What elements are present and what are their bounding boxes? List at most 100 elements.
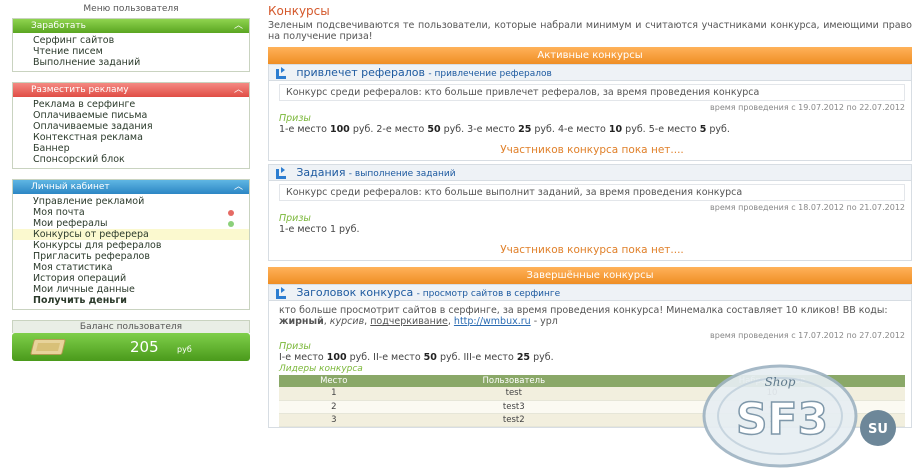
menu-item-ad-management[interactable]: Управление рекламой (13, 196, 249, 207)
prize-unit: руб. (352, 124, 374, 135)
prize-place: I-е место (279, 352, 324, 363)
chevron-up-icon[interactable]: ︿ (234, 83, 243, 97)
arrow-icon (275, 287, 287, 299)
prizes-list: 1-е место 100 руб. 2-е место 50 руб. 3-е… (279, 124, 905, 136)
cabinet-menu: Личный кабинет ︿ Управление рекламой Моя… (12, 179, 250, 310)
menu-item-personal-data[interactable]: Мои личные данные (13, 284, 249, 295)
user-sidebar: Меню пользователя Заработать ︿ Серфинг с… (12, 4, 250, 361)
contest-dates: время проведения с 18.07.2012 по 21.07.2… (710, 203, 905, 212)
menu-item-statistics[interactable]: Моя статистика (13, 262, 249, 273)
table-cell: test2 (388, 413, 640, 427)
prize-amount: 50 (427, 124, 441, 135)
advertise-menu: Разместить рекламу ︿ Реклама в серфинге … (12, 82, 250, 169)
menu-item-reading-mail[interactable]: Чтение писем (13, 46, 249, 57)
cabinet-menu-title: Личный кабинет (31, 182, 110, 192)
desc-bold: жирный (279, 316, 324, 327)
contest-header: Задания - выполнение заданий (269, 165, 911, 181)
menu-item-banner[interactable]: Баннер (13, 143, 249, 154)
arrow-icon (275, 167, 287, 179)
menu-item-withdraw[interactable]: Получить деньги (13, 295, 249, 306)
prizes-list: 1-е место 1 руб. (279, 224, 905, 236)
prize-unit: руб. (439, 352, 461, 363)
table-cell: 1 (279, 387, 389, 401)
desc-underline: подчеркивание (370, 316, 448, 327)
menu-item-paid-tasks[interactable]: Оплачиваемые задания (13, 121, 249, 132)
table-cell: 2 (279, 400, 389, 414)
balance-widget: Баланс пользователя 205 руб (12, 320, 250, 361)
no-participants-message: Участников конкурса пока нет.... (500, 244, 684, 256)
prizes-label: Призы (279, 113, 311, 124)
prizes-label: Призы (279, 213, 311, 224)
intro-text: Зеленым подсвечиваются те пользователи, … (268, 20, 912, 42)
contest-description: кто больше просмотрит сайтов в серфинге,… (279, 303, 905, 329)
prize-place: III-е место (463, 352, 514, 363)
prize-unit: руб. (625, 124, 646, 135)
menu-item-surf-ads[interactable]: Реклама в серфинге (13, 99, 249, 110)
prize-unit: руб. (534, 124, 555, 135)
menu-item-context-ads[interactable]: Контекстная реклама (13, 132, 249, 143)
watermark-shop: Shop (765, 375, 796, 389)
prize-place: 3-е место (467, 124, 516, 135)
finished-contests-header: Завершённые конкурсы (268, 267, 912, 284)
desc-italic: курсив (329, 316, 365, 327)
contest-dates: время проведения с 17.07.2012 по 27.07.2… (710, 331, 905, 340)
menu-item-surfing[interactable]: Серфинг сайтов (13, 35, 249, 46)
menu-item-invite-referrals[interactable]: Пригласить рефералов (13, 251, 249, 262)
contest-header: привлечет рефералов - привлечение рефера… (269, 65, 911, 81)
page-title: Конкурсы (268, 4, 330, 18)
balance-panel: 205 руб (12, 333, 250, 361)
chevron-up-icon[interactable]: ︿ (234, 19, 243, 33)
no-participants-message: Участников конкурса пока нет.... (500, 144, 684, 156)
desc-text: - урл (530, 316, 558, 327)
prize-amount: 25 (518, 124, 532, 135)
arrow-icon (275, 67, 287, 79)
contest-card: Задания - выполнение заданий Конкурс сре… (268, 164, 912, 261)
advertise-menu-title: Разместить рекламу (31, 85, 129, 95)
menu-item-my-referrals[interactable]: Мои рефералы (13, 218, 249, 229)
menu-item-tasks[interactable]: Выполнение заданий (13, 57, 249, 68)
prize-place: 1-е место (279, 124, 327, 135)
menu-item-my-mail[interactable]: Моя почта (13, 207, 249, 218)
desc-link[interactable]: http://wmbux.ru (454, 316, 531, 327)
earn-menu: Заработать ︿ Серфинг сайтов Чтение писем… (12, 18, 250, 72)
menu-item-paid-mail[interactable]: Оплачиваемые письма (13, 110, 249, 121)
watermark-tld: SU (868, 422, 888, 437)
contest-description: Конкурс среди рефералов: кто больше выпо… (279, 184, 905, 201)
table-cell: test (388, 387, 640, 401)
chevron-up-icon[interactable]: ︿ (234, 180, 243, 194)
prize-unit: руб. (339, 224, 360, 235)
contest-type: - привлечение рефералов (428, 69, 552, 79)
contest-card: привлечет рефералов - привлечение рефера… (268, 64, 912, 161)
desc-text: кто больше просмотрит сайтов в серфинге,… (279, 305, 888, 316)
prize-amount: 100 (329, 124, 350, 135)
prize-place: 2-е место (376, 124, 425, 135)
contest-name[interactable]: Задания (296, 166, 345, 179)
table-cell: 3 (279, 413, 389, 427)
menu-item-sponsor-block[interactable]: Спонсорский блок (13, 154, 249, 165)
contest-type: - выполнение заданий (348, 169, 456, 179)
menu-item-contests-from-referrer[interactable]: Конкурсы от реферера (13, 229, 249, 240)
watermark-brand: SF3 (736, 394, 828, 445)
menu-item-label: Моя почта (33, 207, 85, 218)
prize-place: 4-е место (557, 124, 606, 135)
status-dot-icon (228, 210, 234, 216)
menu-item-history[interactable]: История операций (13, 273, 249, 284)
menu-item-contests-for-referrals[interactable]: Конкурсы для рефералов (13, 240, 249, 251)
prize-amount: 50 (423, 352, 437, 363)
cabinet-menu-header[interactable]: Личный кабинет ︿ (13, 180, 249, 194)
earn-menu-title: Заработать (31, 21, 86, 31)
prize-amount: 25 (516, 352, 531, 363)
contest-name[interactable]: привлечет рефералов (296, 66, 425, 79)
prize-unit: руб. (533, 352, 554, 363)
advertise-menu-header[interactable]: Разместить рекламу ︿ (13, 83, 249, 97)
prize-amount: 10 (608, 124, 623, 135)
contest-header: Заголовок конкурса - просмотр сайтов в с… (269, 285, 911, 301)
prize-amount: 100 (326, 352, 347, 363)
earn-menu-header[interactable]: Заработать ︿ (13, 19, 249, 33)
contest-description: Конкурс среди рефералов: кто больше прив… (279, 84, 905, 101)
contest-dates: время проведения с 19.07.2012 по 22.07.2… (710, 103, 905, 112)
column-header: Место (279, 375, 389, 387)
prizes-label: Призы (279, 341, 311, 352)
table-cell: test3 (388, 400, 640, 414)
contest-name[interactable]: Заголовок конкурса (296, 286, 413, 299)
